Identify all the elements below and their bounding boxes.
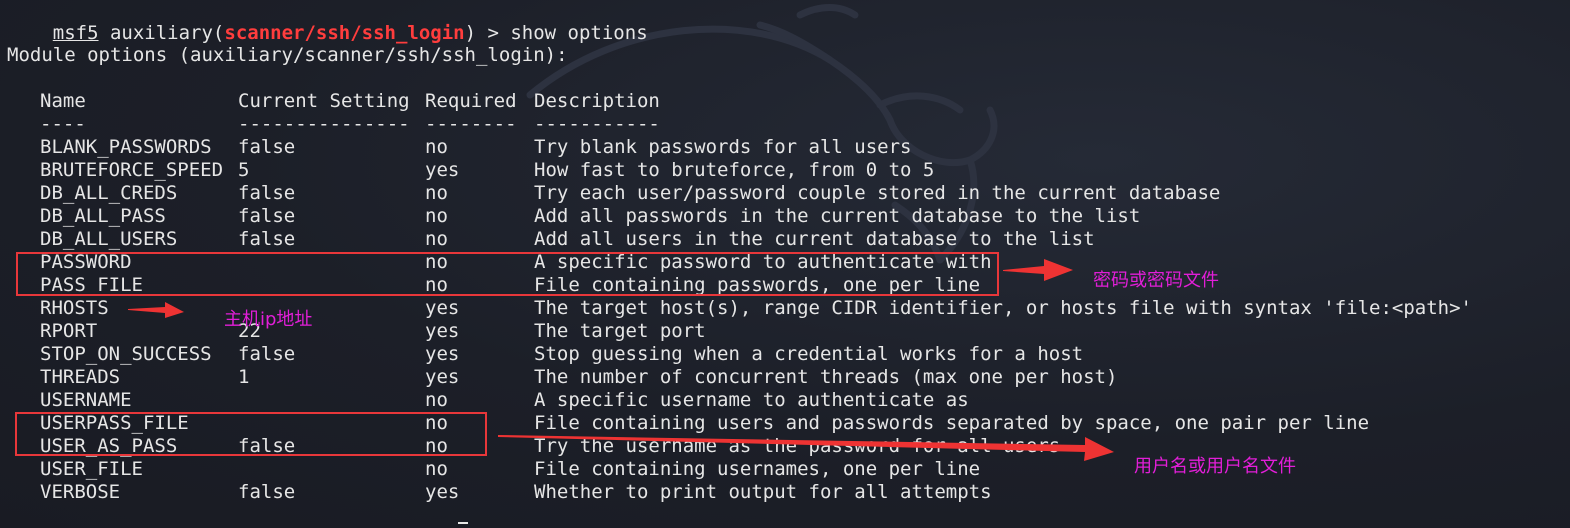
option-name: DB_ALL_CREDS: [40, 182, 178, 204]
option-setting: false: [238, 205, 296, 227]
option-description: Try the username as the password for all…: [534, 435, 1061, 457]
option-name: THREADS: [40, 366, 121, 388]
option-name: RPORT: [40, 320, 98, 342]
option-description: How fast to bruteforce, from 0 to 5: [534, 159, 935, 181]
prompt-suffix: ) >: [464, 22, 511, 44]
prompt-module-path: scanner/ssh/ssh_login: [224, 22, 465, 44]
prompt-line: msf5 auxiliary(scanner/ssh/ssh_login) > …: [7, 0, 648, 44]
prompt-module-prefix: auxiliary(: [98, 22, 225, 44]
table-row: BRUTEFORCE_SPEED 5 yes How fast to brutefor…: [7, 159, 1507, 182]
password-highlight-box: [16, 252, 999, 296]
option-required: no: [425, 182, 448, 204]
prompt-command: show options: [510, 22, 648, 44]
option-name: BRUTEFORCE_SPEED: [40, 159, 224, 181]
option-description: Try blank passwords for all users: [534, 136, 912, 158]
header-description: Description: [534, 90, 660, 112]
option-required: no: [425, 389, 448, 411]
option-setting: 1: [238, 366, 250, 388]
module-options-title: Module options (auxiliary/scanner/ssh/ss…: [7, 44, 568, 66]
option-description: The number of concurrent threads (max on…: [534, 366, 1118, 388]
option-required: yes: [425, 159, 460, 181]
table-row: VERBOSE false yes Whether to print output f…: [7, 481, 1507, 504]
option-description: The target port: [534, 320, 706, 342]
header-name: Name: [40, 90, 86, 112]
option-name: DB_ALL_PASS: [40, 205, 166, 227]
option-name: USERNAME: [40, 389, 132, 411]
option-description: A specific username to authenticate as: [534, 389, 969, 411]
option-description: Stop guessing when a credential works fo…: [534, 343, 1084, 365]
password-annotation-label: 密码或密码文件: [1093, 270, 1219, 291]
option-name: STOP_ON_SUCCESS: [40, 343, 212, 365]
table-row: DB_ALL_CREDS false no Try each user/passwor…: [7, 182, 1507, 205]
option-required: no: [425, 136, 448, 158]
option-required: no: [425, 458, 448, 480]
host-annotation-label: 主机ip地址: [224, 309, 313, 330]
option-setting: false: [238, 343, 296, 365]
option-name: BLANK_PASSWORDS: [40, 136, 212, 158]
option-required: yes: [425, 297, 460, 319]
table-row: STOP_ON_SUCCESS false yes Stop guessing whe…: [7, 343, 1507, 366]
option-name: RHOSTS: [40, 297, 109, 319]
option-required: no: [425, 228, 448, 250]
table-row: BLANK_PASSWORDS false no Try blank password…: [7, 136, 1507, 159]
option-description: File containing usernames, one per line: [534, 458, 981, 480]
option-description: Add all passwords in the current databas…: [534, 205, 1141, 227]
userpass-highlight-box: [15, 412, 487, 456]
header-setting: Current Setting: [238, 90, 410, 112]
option-required: no: [425, 205, 448, 227]
terminal-window[interactable]: msf5 auxiliary(scanner/ssh/ssh_login) > …: [0, 0, 1570, 528]
option-description: The target host(s), range CIDR identifie…: [534, 297, 1472, 319]
option-required: yes: [425, 320, 460, 342]
table-row: USERNAME no A specific username to authent…: [7, 389, 1507, 412]
table-row: DB_ALL_USERS false no Add all users in the …: [7, 228, 1507, 251]
prompt-shell: msf5: [52, 22, 99, 44]
option-name: VERBOSE: [40, 481, 121, 503]
table-header-underline: ---- --------------- -------- ----------…: [7, 113, 1507, 136]
option-required: yes: [425, 343, 460, 365]
option-setting: false: [238, 481, 296, 503]
terminal-cursor: [458, 522, 468, 524]
header-required: Required: [425, 90, 517, 112]
option-description: Whether to print output for all attempts: [534, 481, 992, 503]
option-required: yes: [425, 366, 460, 388]
table-row: THREADS 1 yes The number of concurrent thre…: [7, 366, 1507, 389]
table-row: DB_ALL_PASS false no Add all passwords in t…: [7, 205, 1507, 228]
option-setting: 5: [238, 159, 250, 181]
user-annotation-label: 用户名或用户名文件: [1134, 456, 1296, 477]
option-name: USER_FILE: [40, 458, 143, 480]
underline-setting: ---------------: [238, 113, 410, 135]
option-description: File containing users and passwords sepa…: [534, 412, 1370, 434]
option-description: Add all users in the current database to…: [534, 228, 1095, 250]
underline-description: -----------: [534, 113, 660, 135]
option-required: yes: [425, 481, 460, 503]
option-setting: false: [238, 228, 296, 250]
option-setting: false: [238, 136, 296, 158]
table-header: Name Current Setting Required Descriptio…: [7, 90, 1507, 113]
underline-required: --------: [425, 113, 517, 135]
option-setting: false: [238, 182, 296, 204]
option-description: Try each user/password couple stored in …: [534, 182, 1221, 204]
underline-name: ----: [40, 113, 86, 135]
option-name: DB_ALL_USERS: [40, 228, 178, 250]
